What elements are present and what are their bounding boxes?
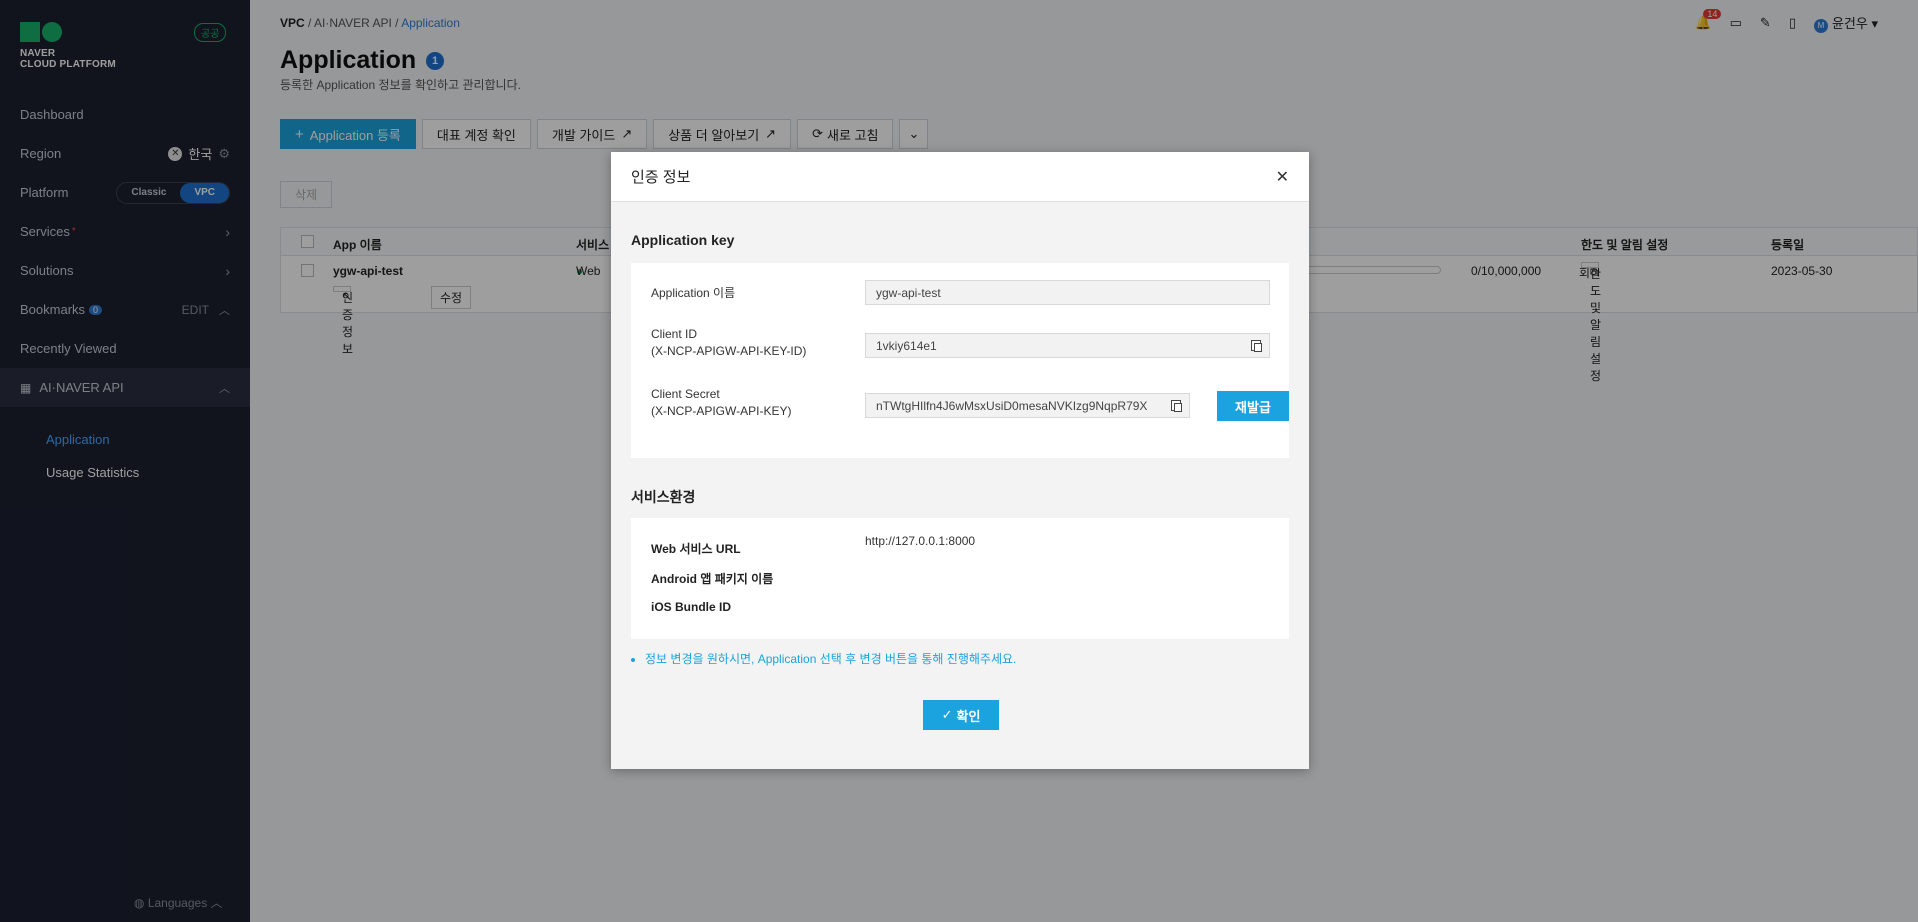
- client-secret-header-text: (X-NCP-APIGW-API-KEY): [651, 404, 792, 418]
- copy-client-secret-icon[interactable]: [1171, 400, 1182, 412]
- app-name-label: Application 이름: [651, 286, 736, 300]
- app-name-value: ygw-api-test: [876, 285, 941, 300]
- reissue-button[interactable]: 재발급: [1217, 391, 1289, 421]
- ios-bundle-label: iOS Bundle ID: [651, 600, 732, 614]
- android-package-label: Android 앱 패키지 이름: [651, 572, 774, 586]
- client-id-label-text: Client ID: [651, 327, 698, 341]
- check-icon: ✓: [941, 707, 953, 722]
- client-id-label: Client ID (X-NCP-APIGW-API-KEY-ID): [651, 326, 806, 360]
- client-id-header-text: (X-NCP-APIGW-API-KEY-ID): [651, 344, 807, 358]
- button-label: 확인: [956, 708, 981, 724]
- client-secret-field: nTWtgHIlfn4J6wMsxUsiD0mesaNVKIzg9NqpR79X: [865, 393, 1190, 418]
- web-url-label: Web 서비스 URL: [651, 542, 741, 556]
- client-id-field: 1vkiy614e1: [865, 333, 1270, 358]
- modal-title: 인증 정보: [631, 169, 691, 186]
- section-title-application-key: Application key: [631, 232, 735, 248]
- web-url-value: http://127.0.0.1:8000: [865, 534, 976, 548]
- client-secret-label-text: Client Secret: [651, 387, 720, 401]
- auth-info-modal: 인증 정보 ✕ Application key Application 이름 y…: [611, 152, 1309, 769]
- copy-client-id-icon[interactable]: [1251, 340, 1262, 352]
- client-secret-label: Client Secret (X-NCP-APIGW-API-KEY): [651, 386, 791, 420]
- close-icon[interactable]: ✕: [1276, 167, 1289, 187]
- info-note: 정보 변경을 원하시면, Application 선택 후 변경 버튼을 통해 …: [631, 650, 1016, 667]
- app-name-field: ygw-api-test: [865, 280, 1270, 305]
- service-env-panel: Web 서비스 URL http://127.0.0.1:8000 Androi…: [631, 518, 1289, 639]
- client-secret-value: nTWtgHIlfn4J6wMsxUsiD0mesaNVKIzg9NqpR79X: [876, 398, 1148, 413]
- confirm-button[interactable]: ✓ 확인: [923, 700, 999, 730]
- section-title-service-env: 서비스환경: [631, 489, 696, 505]
- application-key-panel: Application 이름 ygw-api-test Client ID (X-…: [631, 263, 1289, 458]
- client-id-value: 1vkiy614e1: [876, 338, 937, 353]
- modal-header: 인증 정보 ✕: [611, 152, 1309, 202]
